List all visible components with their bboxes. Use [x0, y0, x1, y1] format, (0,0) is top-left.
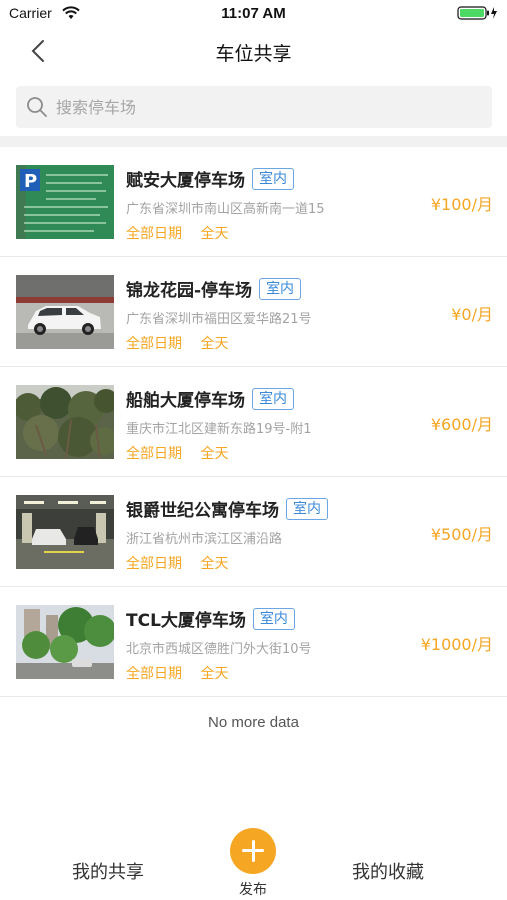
lot-price: ¥500/月	[430, 525, 493, 544]
publish-label[interactable]: 发布	[230, 879, 276, 899]
parking-sign-photo: P	[16, 165, 114, 239]
lot-name: 银爵世纪公寓停车场	[126, 501, 279, 521]
list-item[interactable]: P 赋安大厦停车场 室内 广东省深圳市南山区高新南一道15 全部日期 全天 ¥1…	[0, 147, 507, 257]
search-input[interactable]	[56, 86, 476, 128]
tab-my-favorites[interactable]: 我的收藏	[352, 858, 424, 884]
page-title: 车位共享	[215, 43, 292, 65]
date-label: 全部日期	[126, 336, 182, 352]
date-label: 全部日期	[126, 446, 182, 462]
svg-text:P: P	[24, 171, 37, 192]
search-icon	[27, 97, 47, 117]
no-more-data-label: No more data	[208, 714, 299, 731]
time-label: 全天	[200, 556, 229, 572]
lot-price: ¥100/月	[430, 195, 493, 214]
underground-garage-photo	[16, 495, 114, 569]
lot-address: 重庆市江北区建新东路19号-附1	[126, 422, 312, 437]
nav-bar: 车位共享	[0, 28, 507, 76]
status-time: 11:07 AM	[221, 5, 286, 22]
tab-my-shares[interactable]: 我的共享	[72, 858, 144, 884]
indoor-tag: 室内	[252, 607, 295, 630]
time-label: 全天	[200, 666, 229, 682]
time-label: 全天	[200, 226, 229, 242]
lot-name: 锦龙花园-停车场	[126, 281, 253, 301]
indoor-tag: 室内	[252, 387, 294, 410]
battery-icon	[457, 6, 497, 20]
lot-price: ¥1000/月	[420, 635, 493, 654]
time-label: 全天	[200, 446, 229, 462]
search-bar[interactable]	[16, 86, 492, 128]
lot-address: 广东省深圳市南山区高新南一道15	[126, 202, 325, 217]
date-label: 全部日期	[126, 556, 182, 572]
lot-name: 赋安大厦停车场	[126, 171, 245, 191]
lot-price: ¥0/月	[451, 305, 493, 324]
lot-address: 浙江省杭州市滨江区浦沿路	[126, 532, 283, 547]
status-bar: Carrier 11:07 AM	[0, 0, 507, 28]
time-label: 全天	[200, 336, 229, 352]
lot-price: ¥600/月	[430, 415, 493, 434]
publish-plus-icon[interactable]	[230, 828, 276, 874]
street-trees-photo	[16, 605, 114, 679]
trees-photo	[16, 385, 114, 459]
list-item[interactable]: 船舶大厦停车场 室内 重庆市江北区建新东路19号-附1 全部日期 全天 ¥600…	[0, 367, 507, 477]
lot-name: 船舶大厦停车场	[126, 391, 245, 411]
date-label: 全部日期	[126, 666, 182, 682]
list-item[interactable]: TCL大厦停车场 室内 北京市西城区德胜门外大街10号 全部日期 全天 ¥100…	[0, 587, 507, 697]
indoor-tag: 室内	[252, 167, 294, 190]
bottom-tab-bar: 我的共享 发布 我的收藏	[0, 820, 507, 900]
lot-name: TCL大厦停车场	[126, 611, 246, 631]
white-suv-photo	[16, 275, 114, 349]
parking-lot-list: P 赋安大厦停车场 室内 广东省深圳市南山区高新南一道15 全部日期 全天 ¥1…	[0, 147, 507, 697]
indoor-tag: 室内	[286, 497, 328, 520]
lot-address: 广东省深圳市福田区爱华路21号	[126, 312, 312, 327]
section-divider	[0, 136, 507, 147]
indoor-tag: 室内	[259, 277, 302, 300]
date-label: 全部日期	[126, 226, 182, 242]
lot-address: 北京市西城区德胜门外大街10号	[126, 642, 312, 657]
list-item[interactable]: 银爵世纪公寓停车场 室内 浙江省杭州市滨江区浦沿路 全部日期 全天 ¥500/月	[0, 477, 507, 587]
list-item[interactable]: 锦龙花园-停车场 室内 广东省深圳市福田区爱华路21号 全部日期 全天 ¥0/月	[0, 257, 507, 367]
